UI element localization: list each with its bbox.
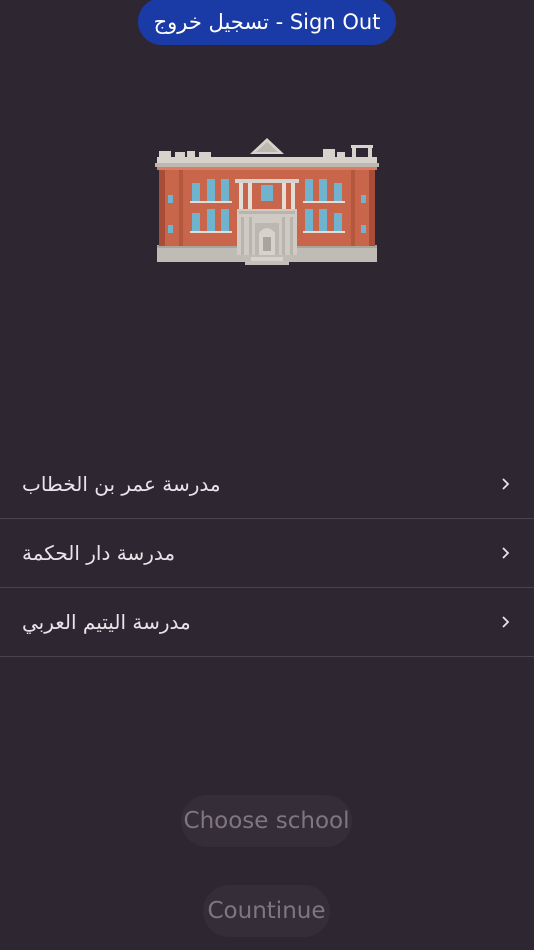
chevron-right-icon — [502, 478, 510, 490]
school-list: مدرسة عمر بن الخطاب مدرسة دار الحكمة مدر… — [0, 450, 534, 657]
choose-school-button[interactable]: Choose school — [181, 795, 352, 847]
school-name: مدرسة اليتيم العربي — [22, 610, 191, 634]
school-item[interactable]: مدرسة دار الحكمة — [0, 519, 534, 588]
school-name: مدرسة دار الحكمة — [22, 541, 176, 565]
chevron-right-icon — [502, 616, 510, 628]
school-building-icon — [155, 138, 379, 265]
continue-button[interactable]: Countinue — [203, 885, 330, 937]
school-item[interactable]: مدرسة عمر بن الخطاب — [0, 450, 534, 519]
school-item[interactable]: مدرسة اليتيم العربي — [0, 588, 534, 657]
sign-out-button[interactable]: تسجيل خروج - Sign Out — [138, 0, 396, 45]
school-name: مدرسة عمر بن الخطاب — [22, 472, 221, 496]
chevron-right-icon — [502, 547, 510, 559]
